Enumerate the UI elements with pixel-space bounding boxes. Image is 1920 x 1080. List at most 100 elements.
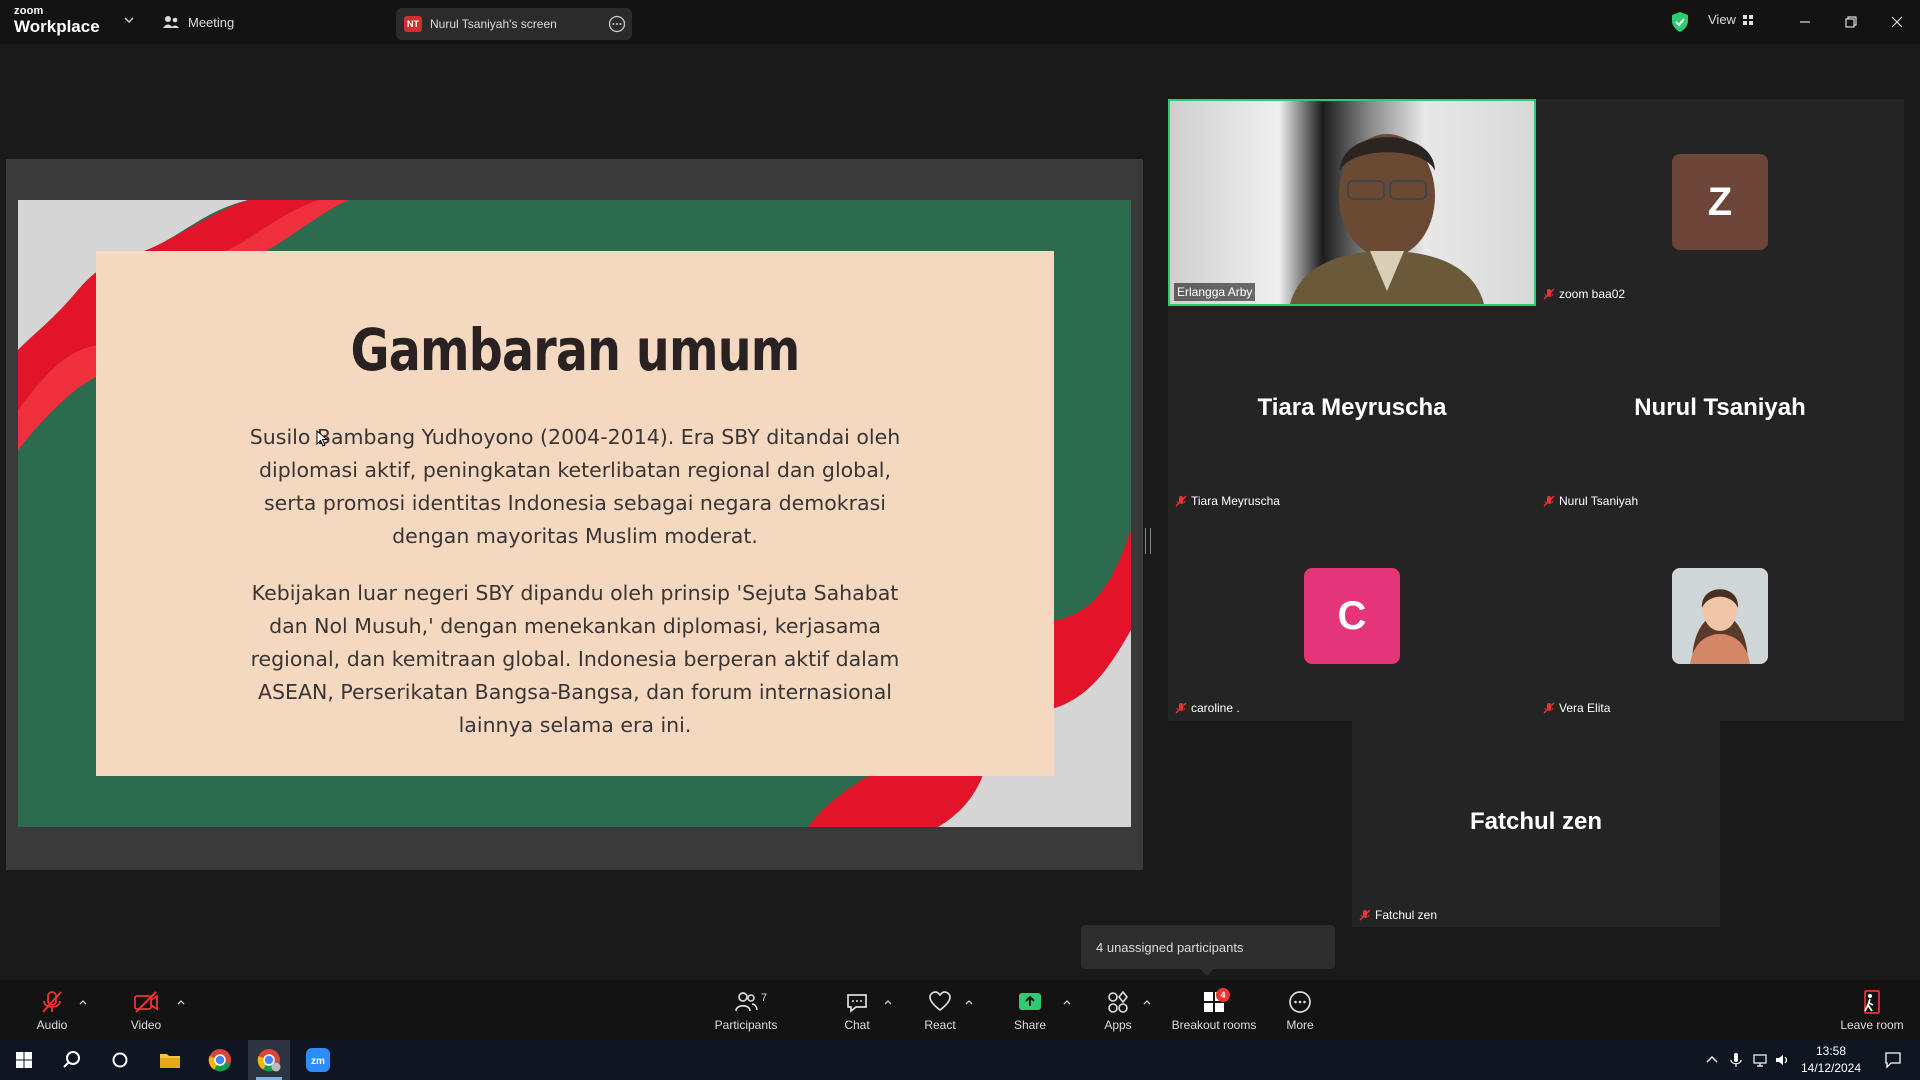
minimize-icon[interactable]	[1793, 10, 1817, 34]
audio-options-caret-icon[interactable]	[77, 996, 89, 1008]
video-options-caret-icon[interactable]	[175, 996, 187, 1008]
participant-name-tag: zoom baa02	[1540, 285, 1628, 303]
share-button[interactable]: Share	[1008, 980, 1052, 1040]
apps-options-caret-icon[interactable]	[1141, 996, 1153, 1008]
participant-tile[interactable]: Tiara Meyruscha Tiara Meyruscha	[1168, 306, 1536, 513]
svg-text:zm: zm	[311, 1056, 325, 1067]
security-shield-icon[interactable]	[1670, 11, 1690, 33]
microphone-icon[interactable]	[1728, 1052, 1744, 1068]
mic-muted-icon	[1359, 909, 1371, 921]
audio-label: Audio	[36, 1017, 68, 1032]
apps-button[interactable]: Apps	[1096, 980, 1140, 1040]
participant-tile[interactable]: C caroline .	[1168, 513, 1536, 720]
mic-muted-icon	[1543, 495, 1555, 507]
screen-share-pill[interactable]: NT Nurul Tsaniyah's screen	[396, 8, 632, 40]
participant-tile[interactable]: Erlangga Arby	[1168, 99, 1536, 306]
system-clock[interactable]: 13:58 14/12/2024	[1796, 1043, 1866, 1077]
mic-muted-icon	[1175, 702, 1187, 714]
chevron-down-icon[interactable]	[122, 13, 136, 27]
participant-name-tag: caroline .	[1172, 699, 1243, 717]
zoom-app-icon[interactable]: zm	[304, 1046, 332, 1074]
mouse-pointer-icon	[316, 430, 328, 447]
more-label: More	[1286, 1017, 1314, 1032]
participant-name-tag: Vera Elita	[1540, 699, 1613, 717]
chrome-profile-icon[interactable]	[255, 1046, 283, 1074]
react-button[interactable]: React	[918, 980, 962, 1040]
participants-button[interactable]: Participants	[710, 980, 782, 1040]
panel-resize-handle[interactable]	[1145, 528, 1151, 554]
search-icon[interactable]	[58, 1046, 86, 1074]
chrome-icon[interactable]	[206, 1046, 234, 1074]
breakout-rooms-button[interactable]: Breakout rooms	[1166, 980, 1262, 1040]
participant-tile[interactable]: Vera Elita	[1536, 513, 1904, 720]
restore-icon[interactable]	[1839, 10, 1863, 34]
video-button[interactable]: Video	[124, 980, 168, 1040]
apps-icon	[1108, 990, 1129, 1013]
title-bar: zoom Workplace Meeting NT Nurul Tsaniyah…	[0, 0, 1920, 44]
more-options-icon[interactable]	[608, 15, 626, 33]
participant-video	[1170, 101, 1534, 304]
participant-display-name: Fatchul zen	[1469, 808, 1602, 835]
clock-date: 14/12/2024	[1800, 1061, 1862, 1075]
chat-icon	[847, 993, 867, 1013]
more-button[interactable]: More	[1278, 980, 1322, 1040]
meeting-label: Meeting	[188, 14, 235, 30]
logo-line2: Workplace	[14, 17, 100, 36]
tooltip-text: 4 unassigned participants	[1096, 939, 1244, 955]
zoom-workplace-logo[interactable]: zoom Workplace	[14, 5, 100, 36]
volume-icon[interactable]	[1774, 1052, 1790, 1068]
participant-tile[interactable]: Z zoom baa02	[1536, 99, 1904, 306]
presentation-slide: Gambaran umum Susilo Bambang Yudhoyono (…	[18, 200, 1131, 827]
mic-muted-icon	[1543, 702, 1555, 714]
breakout-rooms-label: Breakout rooms	[1171, 1017, 1257, 1032]
task-view-icon[interactable]	[106, 1046, 134, 1074]
notifications-icon[interactable]	[1884, 1051, 1902, 1069]
slide-content-card: Gambaran umum Susilo Bambang Yudhoyono (…	[96, 251, 1054, 776]
participant-name: Tiara Meyruscha	[1191, 494, 1280, 508]
participant-tile[interactable]: Nurul Tsaniyah Nurul Tsaniyah	[1536, 306, 1904, 513]
participant-display-name: Nurul Tsaniyah	[1634, 394, 1806, 421]
logo-line1: zoom	[14, 5, 44, 17]
chat-options-caret-icon[interactable]	[882, 996, 894, 1008]
view-button[interactable]: View	[1708, 12, 1754, 27]
participants-icon	[735, 991, 758, 1011]
apps-label: Apps	[1104, 1017, 1132, 1032]
windows-start-icon[interactable]	[10, 1046, 38, 1074]
share-label: Nurul Tsaniyah's screen	[430, 17, 557, 31]
leave-room-button[interactable]: Leave room	[1836, 980, 1908, 1040]
leave-room-label: Leave room	[1840, 1017, 1904, 1032]
audio-button[interactable]: Audio	[30, 980, 74, 1040]
participant-name: zoom baa02	[1559, 287, 1626, 301]
profile-photo-image	[1672, 568, 1768, 664]
video-off-icon	[134, 990, 158, 1013]
file-explorer-icon[interactable]	[156, 1046, 184, 1074]
slide-paragraph-2: Kebijakan luar negeri SBY dipandu oleh p…	[250, 581, 900, 737]
windows-taskbar: zm 13:58 14/12/2024	[0, 1040, 1920, 1080]
heart-icon	[929, 990, 951, 1011]
slide-title: Gambaran umum	[350, 316, 801, 384]
participant-name-tag: Fatchul zen	[1356, 906, 1440, 924]
participant-profile-photo	[1672, 568, 1768, 664]
participant-avatar: Z	[1672, 154, 1768, 250]
participant-avatar: C	[1304, 568, 1400, 664]
participant-tile[interactable]: Fatchul zen Fatchul zen	[1352, 720, 1720, 927]
slide-paragraph-1: Susilo Bambang Yudhoyono (2004-2014). Er…	[249, 425, 901, 548]
show-hidden-icons-icon[interactable]	[1704, 1052, 1720, 1068]
react-label: React	[924, 1017, 956, 1032]
grid-view-icon	[1742, 14, 1753, 25]
people-icon	[163, 16, 179, 28]
share-options-caret-icon[interactable]	[1061, 996, 1073, 1008]
sharer-badge: NT	[404, 16, 422, 32]
meeting-toolbar: Audio Video Participants 7 Chat React Sh…	[0, 980, 1920, 1040]
video-label: Video	[130, 1017, 162, 1032]
mic-muted-icon	[1543, 288, 1555, 300]
chat-button[interactable]: Chat	[835, 980, 879, 1040]
unassigned-participants-tooltip[interactable]: 4 unassigned participants	[1081, 925, 1335, 976]
mic-muted-icon	[42, 990, 62, 1013]
close-icon[interactable]	[1885, 10, 1909, 34]
react-options-caret-icon[interactable]	[963, 996, 975, 1008]
participant-display-name: Tiara Meyruscha	[1257, 394, 1447, 421]
leave-room-icon	[1864, 989, 1880, 1014]
meeting-menu-button[interactable]: Meeting	[162, 11, 234, 33]
network-icon[interactable]	[1752, 1052, 1768, 1068]
